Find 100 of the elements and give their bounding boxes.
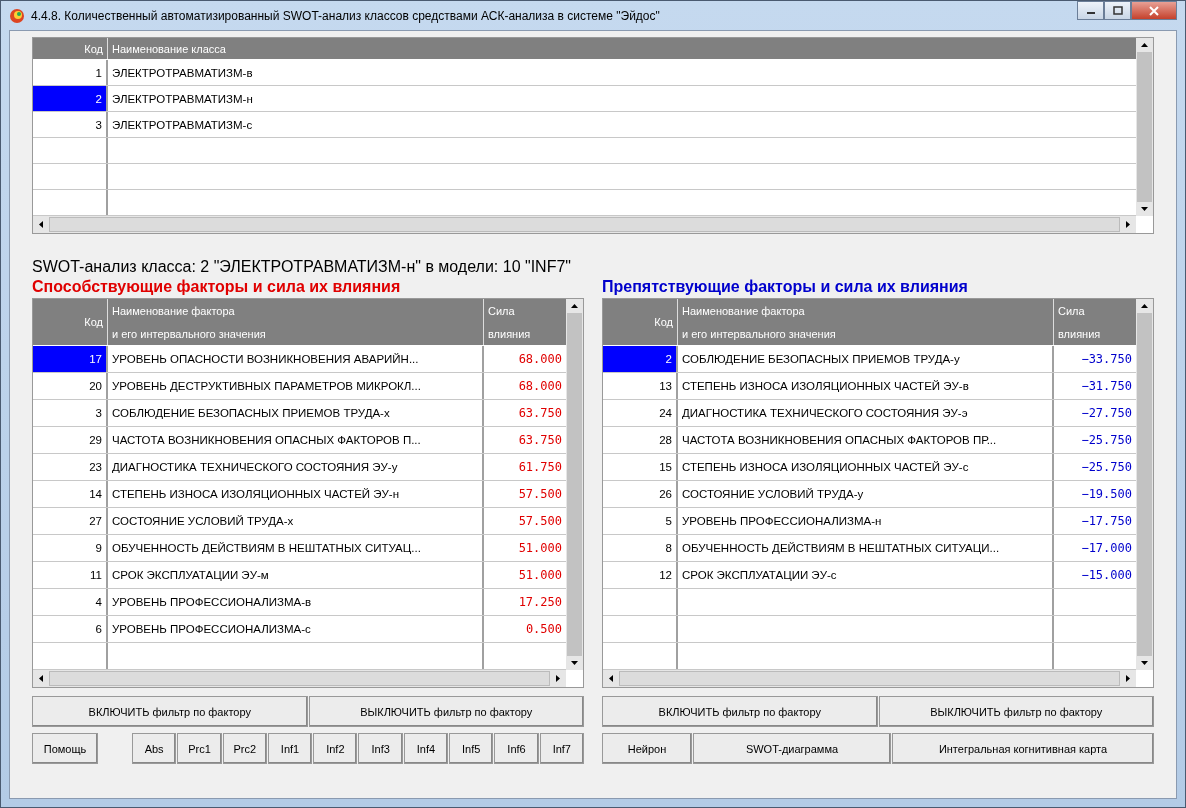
model-button[interactable]: Inf1 (267, 733, 313, 764)
table-cell[interactable]: ДИАГНОСТИКА ТЕХНИЧЕСКОГО СОСТОЯНИЯ ЭУ-у (108, 454, 484, 480)
table-cell[interactable]: СТЕПЕНЬ ИЗНОСА ИЗОЛЯЦИОННЫХ ЧАСТЕЙ ЭУ-в (678, 373, 1054, 399)
table-cell[interactable]: −19.500 (1054, 481, 1136, 507)
table-cell[interactable]: −17.000 (1054, 535, 1136, 561)
table-cell[interactable]: 2 (603, 346, 678, 372)
table-cell[interactable]: 12 (603, 562, 678, 588)
scroll-left-icon[interactable] (607, 674, 615, 683)
table-cell[interactable]: ЧАСТОТА ВОЗНИКНОВЕНИЯ ОПАСНЫХ ФАКТОРОВ П... (108, 427, 484, 453)
scroll-down-icon[interactable] (1140, 205, 1149, 213)
table-cell[interactable]: 63.750 (484, 427, 566, 453)
table-cell[interactable]: 57.500 (484, 508, 566, 534)
horizontal-scrollbar[interactable] (603, 670, 1136, 687)
table-cell[interactable]: 13 (603, 373, 678, 399)
table-cell[interactable]: −17.750 (1054, 508, 1136, 534)
table-cell[interactable]: 51.000 (484, 562, 566, 588)
tool-button[interactable]: SWOT-диаграмма (693, 733, 891, 764)
table-cell[interactable]: −25.750 (1054, 454, 1136, 480)
maximize-button[interactable] (1104, 1, 1131, 20)
table-cell[interactable]: СРОК ЭКСПЛУАТАЦИИ ЭУ-с (678, 562, 1054, 588)
scroll-right-icon[interactable] (1124, 220, 1132, 229)
model-button[interactable]: Inf4 (403, 733, 449, 764)
table-cell[interactable]: УРОВЕНЬ ПРОФЕССИОНАЛИЗМА-с (108, 616, 484, 642)
table-cell[interactable]: 26 (603, 481, 678, 507)
table-cell[interactable]: 3 (33, 400, 108, 426)
table-cell[interactable]: 24 (603, 400, 678, 426)
model-button[interactable]: Inf5 (449, 733, 494, 764)
scroll-left-icon[interactable] (37, 674, 45, 683)
table-cell[interactable]: СОСТОЯНИЕ УСЛОВИЙ ТРУДА-у (678, 481, 1054, 507)
table-cell[interactable]: −31.750 (1054, 373, 1136, 399)
table-cell[interactable]: ЭЛЕКТРОТРАВМАТИЗМ-с (108, 112, 1136, 137)
tool-button[interactable]: Нейрон (602, 733, 692, 764)
table-cell[interactable]: 68.000 (484, 346, 566, 372)
table-cell[interactable]: УРОВЕНЬ ПРОФЕССИОНАЛИЗМА-н (678, 508, 1054, 534)
table-cell[interactable]: СОСТОЯНИЕ УСЛОВИЙ ТРУДА-х (108, 508, 484, 534)
scroll-up-icon[interactable] (1140, 41, 1149, 49)
close-button[interactable] (1131, 1, 1177, 20)
filter-button[interactable]: ВЫКЛЮЧИТЬ фильтр по фактору (878, 696, 1154, 727)
table-cell[interactable]: ОБУЧЕННОСТЬ ДЕЙСТВИЯМ В НЕШТАТНЫХ СИТУАЦИ... (678, 535, 1054, 561)
scroll-down-icon[interactable] (1140, 659, 1149, 667)
table-cell[interactable]: 9 (33, 535, 108, 561)
table-cell[interactable]: −25.750 (1054, 427, 1136, 453)
table-cell[interactable]: 11 (33, 562, 108, 588)
table-cell[interactable]: 29 (33, 427, 108, 453)
scroll-up-icon[interactable] (1140, 302, 1149, 310)
table-cell[interactable]: 14 (33, 481, 108, 507)
table-cell[interactable]: 17.250 (484, 589, 566, 615)
horizontal-scrollbar[interactable] (33, 670, 566, 687)
filter-button[interactable]: ВЫКЛЮЧИТЬ фильтр по фактору (308, 696, 584, 727)
model-button[interactable]: Inf3 (358, 733, 403, 764)
table-cell[interactable]: 2 (33, 86, 108, 111)
minimize-button[interactable] (1077, 1, 1104, 20)
model-button[interactable]: Inf6 (494, 733, 539, 764)
horizontal-scrollbar[interactable] (33, 216, 1136, 233)
table-cell[interactable]: ЭЛЕКТРОТРАВМАТИЗМ-в (108, 60, 1136, 85)
table-cell[interactable]: 20 (33, 373, 108, 399)
table-cell[interactable]: 51.000 (484, 535, 566, 561)
table-cell[interactable]: 27 (33, 508, 108, 534)
table-cell[interactable]: УРОВЕНЬ ДЕСТРУКТИВНЫХ ПАРАМЕТРОВ МИКРОКЛ... (108, 373, 484, 399)
table-cell[interactable]: 8 (603, 535, 678, 561)
table-cell[interactable]: СОБЛЮДЕНИЕ БЕЗОПАСНЫХ ПРИЕМОВ ТРУДА-у (678, 346, 1054, 372)
table-cell[interactable]: 0.500 (484, 616, 566, 642)
table-cell[interactable]: ЭЛЕКТРОТРАВМАТИЗМ-н (108, 86, 1136, 111)
table-cell[interactable]: 15 (603, 454, 678, 480)
scroll-right-icon[interactable] (1124, 674, 1132, 683)
vertical-scrollbar[interactable] (1136, 38, 1153, 216)
model-button[interactable]: Prc1 (177, 733, 222, 764)
table-cell[interactable]: 68.000 (484, 373, 566, 399)
table-cell[interactable]: ДИАГНОСТИКА ТЕХНИЧЕСКОГО СОСТОЯНИЯ ЭУ-э (678, 400, 1054, 426)
table-cell[interactable]: 61.750 (484, 454, 566, 480)
table-cell[interactable]: СОБЛЮДЕНИЕ БЕЗОПАСНЫХ ПРИЕМОВ ТРУДА-х (108, 400, 484, 426)
table-cell[interactable]: 17 (33, 346, 108, 372)
table-cell[interactable]: ОБУЧЕННОСТЬ ДЕЙСТВИЯМ В НЕШТАТНЫХ СИТУАЦ... (108, 535, 484, 561)
scroll-up-icon[interactable] (570, 302, 579, 310)
table-cell[interactable]: ЧАСТОТА ВОЗНИКНОВЕНИЯ ОПАСНЫХ ФАКТОРОВ ПР... (678, 427, 1054, 453)
model-button[interactable]: Abs (132, 733, 177, 764)
table-cell[interactable]: 4 (33, 589, 108, 615)
table-cell[interactable]: −15.000 (1054, 562, 1136, 588)
table-cell[interactable]: 57.500 (484, 481, 566, 507)
help-button[interactable]: Помощь (32, 733, 98, 764)
tool-button[interactable]: Интегральная когнитивная карта (892, 733, 1154, 764)
filter-button[interactable]: ВКЛЮЧИТЬ фильтр по фактору (602, 696, 878, 727)
table-cell[interactable]: −27.750 (1054, 400, 1136, 426)
vertical-scrollbar[interactable] (566, 299, 583, 670)
table-cell[interactable]: 63.750 (484, 400, 566, 426)
table-cell[interactable]: СТЕПЕНЬ ИЗНОСА ИЗОЛЯЦИОННЫХ ЧАСТЕЙ ЭУ-с (678, 454, 1054, 480)
filter-button[interactable]: ВКЛЮЧИТЬ фильтр по фактору (32, 696, 308, 727)
table-cell[interactable]: УРОВЕНЬ ОПАСНОСТИ ВОЗНИКНОВЕНИЯ АВАРИЙН... (108, 346, 484, 372)
table-cell[interactable]: 23 (33, 454, 108, 480)
table-cell[interactable]: УРОВЕНЬ ПРОФЕССИОНАЛИЗМА-в (108, 589, 484, 615)
model-button[interactable]: Inf7 (539, 733, 584, 764)
table-cell[interactable]: −33.750 (1054, 346, 1136, 372)
table-cell[interactable]: 6 (33, 616, 108, 642)
vertical-scrollbar[interactable] (1136, 299, 1153, 670)
scroll-left-icon[interactable] (37, 220, 45, 229)
model-button[interactable]: Prc2 (222, 733, 267, 764)
table-cell[interactable]: 28 (603, 427, 678, 453)
table-cell[interactable]: 5 (603, 508, 678, 534)
scroll-right-icon[interactable] (554, 674, 562, 683)
scroll-down-icon[interactable] (570, 659, 579, 667)
